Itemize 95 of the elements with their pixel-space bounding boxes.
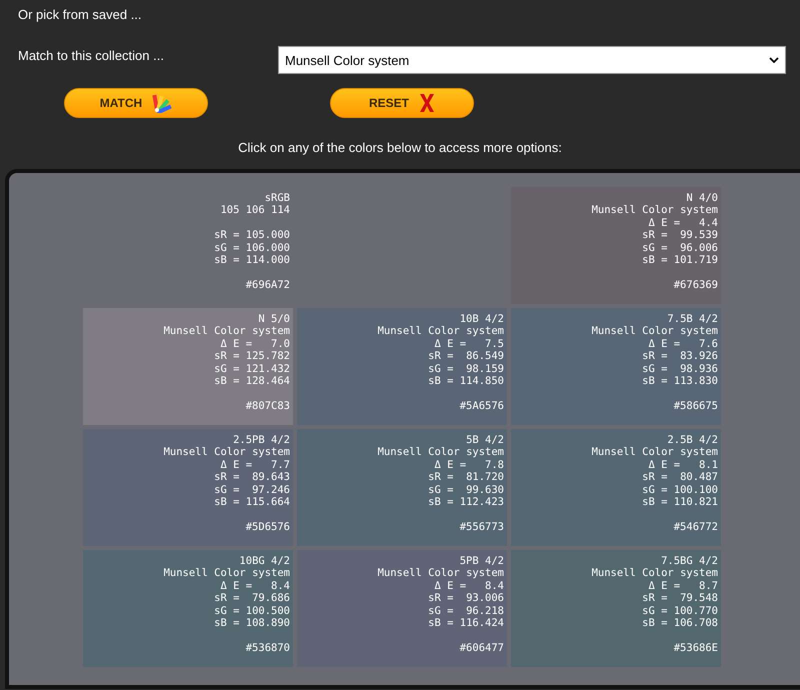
sg-value: sG = 96.218	[427, 604, 504, 618]
sb-value: sB = 110.821	[641, 496, 718, 508]
hex-code: #556773	[458, 520, 504, 534]
sb-value: sB = 114.000	[213, 254, 290, 266]
color-name: N 5/0	[257, 313, 290, 326]
hex-code: #546772	[672, 520, 718, 534]
sg-value: sG = 100.500	[213, 604, 290, 618]
hex-code: #696A72	[244, 278, 290, 292]
collection-dropdown[interactable]: Munsell Color system	[278, 46, 786, 74]
color-swatch[interactable]: 2.5B 4/2 Munsell Color system Δ E = 8.1 sR = 80.487 sG = 100.100 sB = 110.821 #546772	[511, 429, 721, 546]
collection-name: Munsell Color system	[162, 325, 290, 338]
color-name: 10B 4/2	[460, 313, 504, 326]
sg-value: sG = 106.000	[213, 242, 290, 254]
sr-value: sR = 99.539	[641, 229, 718, 242]
sr-value: sR = 83.926	[641, 350, 718, 363]
hex-code: #676369	[672, 278, 718, 292]
color-swatch[interactable]: N 4/0 Munsell Color system Δ E = 4.4 sR = 99.539 sG = 96.006 sB = 101.719 #676369	[511, 187, 721, 304]
collection-name: Munsell Color system	[162, 446, 290, 459]
sr-value: sR = 86.549	[427, 350, 504, 363]
sb-value: sB = 116.424	[427, 617, 504, 630]
sr-value: sR = 79.686	[213, 592, 290, 605]
chevron-down-icon	[769, 57, 779, 63]
collection-name: Munsell Color system	[376, 325, 504, 338]
delta-e-value: Δ E = 7.8	[433, 458, 504, 472]
sb-value: sB = 106.708	[641, 617, 718, 630]
hex-code: #5A6576	[458, 400, 504, 412]
color-swatch[interactable]: 10B 4/2 Munsell Color system Δ E = 7.5 sR = 86.549 sG = 98.159 sB = 114.850 #5A6576	[297, 308, 507, 425]
hex-code: #586675	[672, 400, 718, 412]
color-space-label: sRGB	[264, 192, 290, 204]
color-swatch[interactable]: 5B 4/2 Munsell Color system Δ E = 7.8 sR = 81.720 sG = 99.630 sB = 112.423 #556773	[297, 429, 507, 546]
collection-name: Munsell Color system	[590, 446, 718, 459]
sr-value: sR = 93.006	[427, 592, 504, 605]
sb-value: sB = 115.664	[213, 496, 290, 508]
sr-value: sR = 105.000	[213, 229, 290, 242]
color-name: 7.5B 4/2	[666, 313, 718, 326]
hex-code: #606477	[458, 642, 504, 654]
sr-value: sR = 79.548	[641, 592, 718, 605]
pick-saved-label: Or pick from saved ...	[18, 7, 142, 22]
collection-label: Match to this collection ...	[18, 48, 165, 63]
collection-name: Munsell Color system	[162, 567, 290, 580]
rgb-values: 105 106 114	[219, 204, 290, 217]
color-name: 7.5BG 4/2	[660, 555, 718, 568]
color-swatch[interactable]: 7.5BG 4/2 Munsell Color system Δ E = 8.7 sR = 79.548 sG = 100.770 sB = 106.708 #53686E	[511, 550, 721, 667]
sr-value: sR = 80.487	[641, 471, 718, 484]
sb-value: sB = 113.830	[641, 375, 718, 388]
sg-value: sG = 100.100	[641, 484, 718, 496]
collection-name: Munsell Color system	[590, 567, 718, 580]
sg-value: sG = 98.159	[427, 362, 504, 376]
hex-code: #5D6576	[244, 520, 290, 534]
color-name: 2.5B 4/2	[666, 434, 718, 446]
sr-value: sR = 89.643	[213, 471, 290, 484]
delta-e-value: Δ E = 8.4	[433, 580, 504, 592]
sb-value: sB = 114.850	[427, 375, 504, 388]
hex-code: #807C83	[244, 400, 290, 412]
hex-code: #53686E	[672, 642, 718, 654]
sg-value: sG = 121.432	[213, 362, 290, 376]
instructions-text: Click on any of the colors below to access more options:	[237, 140, 563, 155]
delta-e-value: Δ E = 8.1	[647, 458, 718, 472]
color-name: 2.5PB 4/2	[232, 434, 290, 446]
sg-value: sG = 97.246	[213, 484, 290, 496]
delta-e-value: Δ E = 7.7	[219, 458, 290, 472]
collection-name: Munsell Color system	[590, 325, 718, 338]
sb-value: sB = 128.464	[213, 375, 290, 388]
delta-e-value: Δ E = 8.4	[219, 580, 290, 592]
match-button[interactable]: MATCH	[64, 88, 208, 118]
color-swatch[interactable]: N 5/0 Munsell Color system Δ E = 7.0 sR = 125.782 sG = 121.432 sB = 128.464 #807C83	[83, 308, 293, 425]
collection-name: Munsell Color system	[590, 204, 718, 217]
sb-value: sB = 101.719	[641, 254, 718, 266]
color-swatch[interactable]: 5PB 4/2 Munsell Color system Δ E = 8.4 sR = 93.006 sG = 96.218 sB = 116.424 #606477	[297, 550, 507, 667]
reset-button[interactable]: RESET	[330, 88, 474, 118]
delta-e-value: Δ E = 7.0	[219, 338, 290, 350]
sg-value: sG = 96.006	[641, 242, 718, 254]
sb-value: sB = 112.423	[427, 496, 504, 508]
sg-value: sG = 98.936	[641, 362, 718, 376]
delta-e-value: Δ E = 7.5	[433, 338, 504, 350]
sr-value: sR = 81.720	[427, 471, 504, 484]
sr-value: sR = 125.782	[213, 350, 290, 363]
color-swatch[interactable]: 2.5PB 4/2 Munsell Color system Δ E = 7.7 sR = 89.643 sG = 97.246 sB = 115.664 #5D6576	[83, 429, 293, 546]
collection-name: Munsell Color system	[376, 567, 504, 580]
color-name: N 4/0	[685, 192, 718, 204]
delta-e-value: Δ E = 7.6	[647, 338, 718, 350]
sg-value: sG = 100.770	[641, 604, 718, 618]
color-swatch[interactable]: 10BG 4/2 Munsell Color system Δ E = 8.4 sR = 79.686 sG = 100.500 sB = 108.890 #536870	[83, 550, 293, 667]
x-icon	[419, 93, 435, 113]
delta-e-value: Δ E = 8.7	[647, 580, 718, 592]
sb-value: sB = 108.890	[213, 617, 290, 630]
color-name: 10BG 4/2	[238, 555, 290, 568]
color-name: 5PB 4/2	[460, 555, 504, 568]
color-name: 5B 4/2	[465, 434, 504, 446]
sg-value: sG = 99.630	[427, 484, 504, 496]
delta-e-value: Δ E = 4.4	[647, 216, 718, 230]
color-swatch[interactable]: 7.5B 4/2 Munsell Color system Δ E = 7.6 sR = 83.926 sG = 98.936 sB = 113.830 #586675	[511, 308, 721, 425]
color-fan-icon	[152, 93, 172, 113]
collection-name: Munsell Color system	[376, 446, 504, 459]
hex-code: #536870	[244, 642, 290, 654]
